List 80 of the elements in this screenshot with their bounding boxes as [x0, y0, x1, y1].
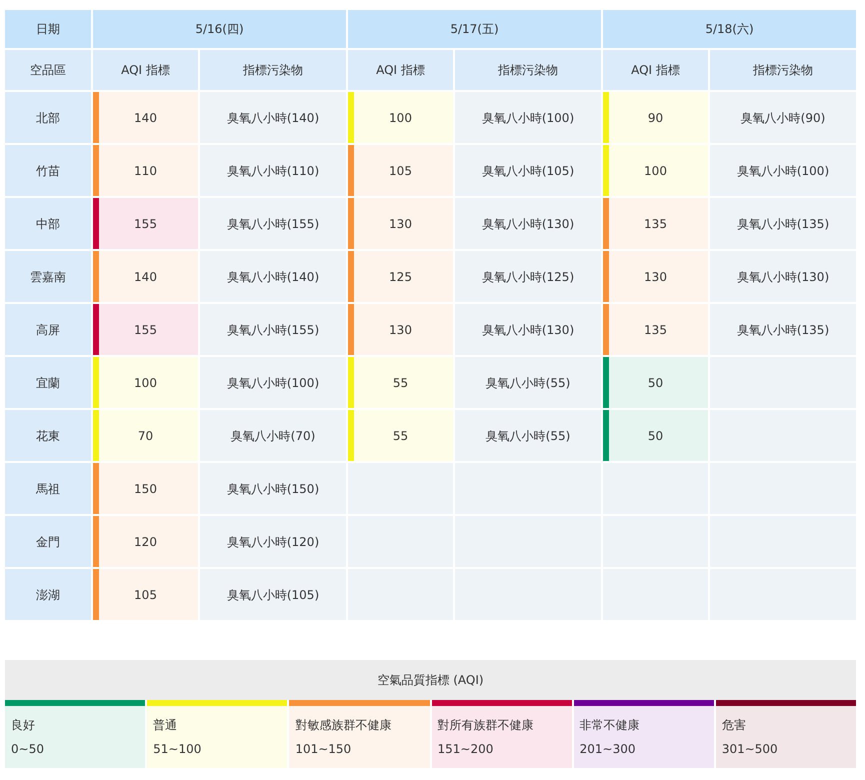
aqi-value: 70	[138, 428, 154, 444]
pollutant-cell: 臭氧八小時(110)	[200, 145, 346, 196]
aqi-value: 155	[134, 322, 157, 338]
aqi-value: 100	[389, 110, 412, 126]
level-name: 良好	[10, 717, 36, 734]
date-header: 5/18(六)	[603, 10, 856, 48]
aqi-value: 50	[648, 374, 664, 392]
aqi-value: 120	[134, 534, 157, 550]
aqi-value: 140	[134, 268, 157, 286]
aqi-value: 105	[389, 162, 412, 180]
pollutant-cell: 臭氧八小時(140)	[200, 251, 346, 302]
aqi-value: 135	[644, 216, 667, 232]
pollutant-cell: 臭氧八小時(55)	[455, 410, 601, 461]
level-range: 151~200	[436, 741, 494, 758]
pollutant-cell: 臭氧八小時(100)	[455, 92, 601, 143]
aqi-value: 125	[389, 268, 412, 286]
aqi-value: 150	[134, 480, 157, 498]
aqi-value: 135	[644, 322, 667, 338]
date-header: 5/16(四)	[93, 10, 346, 48]
pollutant-cell: 臭氧八小時(70)	[200, 410, 346, 461]
pollutant-cell: 臭氧八小時(55)	[455, 357, 601, 408]
region-cell: 雲嘉南	[5, 251, 91, 302]
aqi-value: 130	[389, 216, 412, 232]
date-header: 5/17(五)	[348, 10, 601, 48]
pollutant-cell: 臭氧八小時(130)	[710, 251, 856, 302]
column-header: 指標污染物	[200, 50, 346, 90]
pollutant-cell: 臭氧八小時(135)	[710, 304, 856, 355]
region-cell: 宜蘭	[5, 357, 91, 408]
pollutant-cell: 臭氧八小時(120)	[200, 516, 346, 567]
level-range: 101~150	[294, 741, 352, 758]
level-range: 0~50	[10, 741, 45, 758]
level-name: 普通	[152, 717, 178, 734]
pollutant-cell: 臭氧八小時(105)	[200, 569, 346, 620]
pollutant-cell: 臭氧八小時(130)	[455, 198, 601, 249]
pollutant-cell: 臭氧八小時(125)	[455, 251, 601, 302]
region-cell: 澎湖	[5, 569, 91, 620]
column-header: AQI 指標	[348, 50, 453, 90]
aqi-value: 50	[648, 428, 664, 444]
level-range: 301~500	[720, 741, 779, 758]
header-cell: 空品區	[5, 50, 91, 90]
aqi-value: 100	[134, 374, 157, 392]
level-name: 危害	[720, 717, 747, 734]
pollutant-cell: 臭氧八小時(155)	[200, 304, 346, 355]
aqi-value: 140	[134, 110, 157, 126]
region-cell: 中部	[5, 198, 91, 249]
region-cell: 北部	[5, 92, 91, 143]
level-range: 51~100	[152, 741, 202, 758]
column-header: AQI 指標	[93, 50, 198, 90]
aqi-value: 130	[389, 322, 412, 338]
region-cell: 金門	[5, 516, 91, 567]
pollutant-cell: 臭氧八小時(100)	[710, 145, 856, 196]
pollutant-cell: 臭氧八小時(150)	[200, 463, 346, 514]
legend-title: 空氣品質指標 (AQI)	[5, 660, 856, 700]
aqi-value: 110	[134, 162, 157, 180]
region-cell: 馬祖	[5, 463, 91, 514]
aqi-value: 55	[392, 428, 408, 444]
aqi-value: 90	[648, 110, 664, 126]
level-name: 非常不健康	[578, 717, 641, 734]
region-cell: 花東	[5, 410, 91, 461]
region-cell: 高屏	[5, 304, 91, 355]
level-range: 201~300	[578, 741, 637, 758]
pollutant-cell: 臭氧八小時(155)	[200, 198, 346, 249]
header-cell: 日期	[5, 10, 91, 48]
level-name: 對所有族群不健康	[436, 717, 534, 734]
column-header: 指標污染物	[455, 50, 601, 90]
pollutant-cell: 臭氧八小時(130)	[455, 304, 601, 355]
aqi-value: 100	[644, 162, 667, 180]
region-cell: 竹苗	[5, 145, 91, 196]
aqi-value: 55	[392, 374, 408, 392]
aqi-value: 105	[134, 586, 157, 604]
pollutant-cell: 臭氧八小時(90)	[710, 92, 856, 143]
level-name: 對敏感族群不健康	[294, 717, 392, 734]
pollutant-cell: 臭氧八小時(105)	[455, 145, 601, 196]
aqi-value: 130	[644, 268, 667, 286]
pollutant-cell: 臭氧八小時(135)	[710, 198, 856, 249]
column-header: 指標污染物	[710, 50, 856, 90]
column-header: AQI 指標	[603, 50, 708, 90]
aqi-value: 155	[134, 216, 157, 232]
pollutant-cell: 臭氧八小時(140)	[200, 92, 346, 143]
pollutant-cell: 臭氧八小時(100)	[200, 357, 346, 408]
